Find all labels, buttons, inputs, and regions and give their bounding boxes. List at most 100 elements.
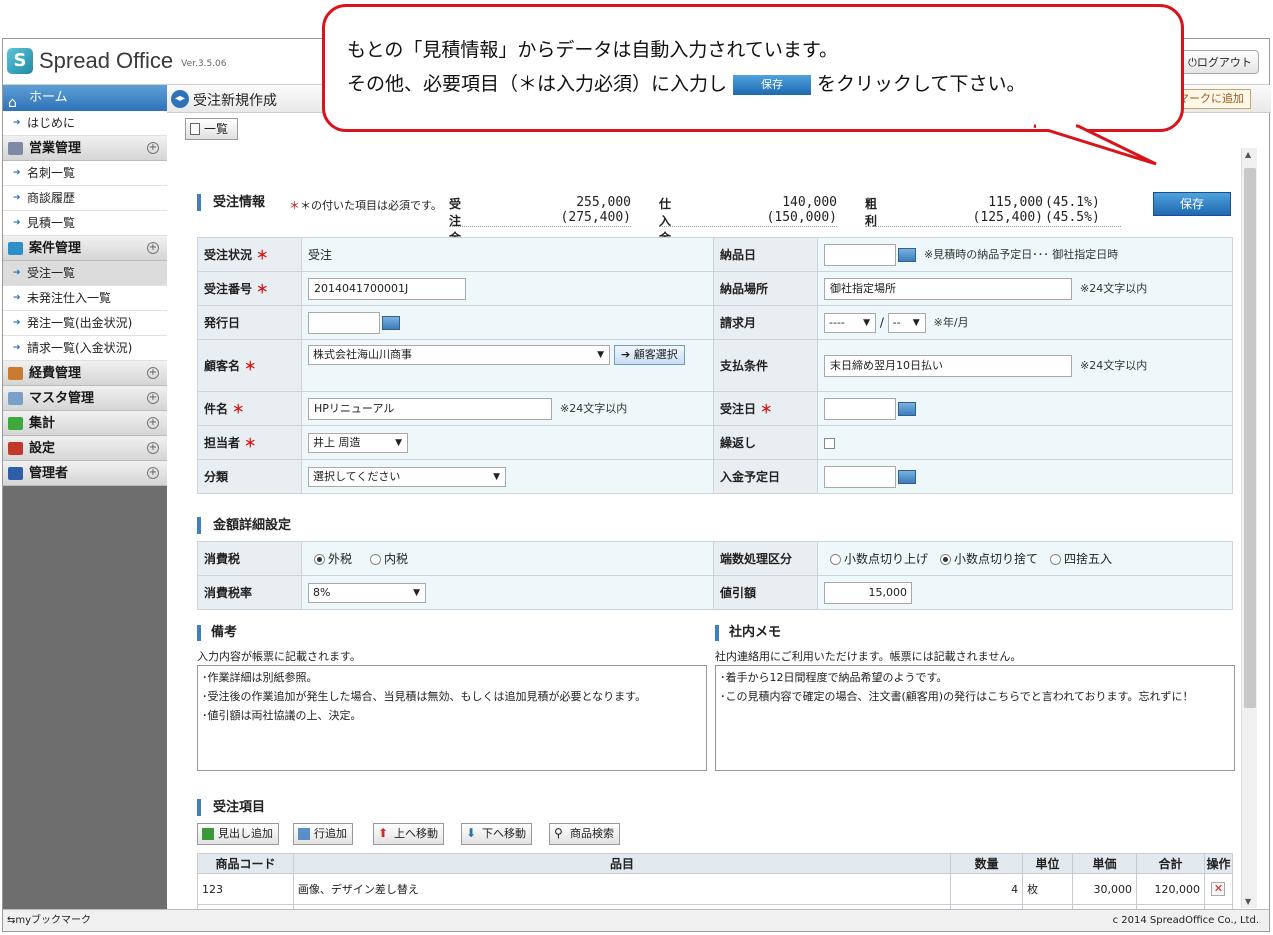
category-icon: [8, 442, 23, 455]
collapse-sidebar-icon[interactable]: ◂▸: [171, 90, 189, 108]
deposit-date-input[interactable]: [824, 465, 896, 488]
arrow-icon: ➔: [13, 293, 21, 303]
tax-exclusive-radio[interactable]: [314, 554, 325, 565]
sidebar-item[interactable]: ➔ はじめに: [3, 111, 167, 136]
sidebar-item[interactable]: ➔ 請求一覧(入金状況): [3, 336, 167, 361]
sidebar-category[interactable]: 案件管理 +: [3, 236, 167, 261]
expand-icon[interactable]: +: [147, 467, 159, 479]
add-heading-icon: [202, 828, 214, 840]
sidebar-category[interactable]: 集計 +: [3, 411, 167, 436]
arrow-icon: ➔: [13, 343, 21, 353]
arrow-icon: ➔: [13, 318, 21, 328]
scrollbar-thumb[interactable]: [1244, 168, 1256, 708]
tax-inclusive-radio[interactable]: [370, 554, 382, 565]
search-icon: ⚲: [554, 826, 563, 840]
sidebar-item[interactable]: ➔ 名刺一覧: [3, 161, 167, 186]
text-line: ･値引額は両社協議の上、決定。: [202, 709, 362, 722]
expand-icon[interactable]: +: [147, 242, 159, 254]
list-button[interactable]: 一覧: [185, 118, 238, 140]
round-half-radio[interactable]: [1050, 554, 1062, 565]
category-icon: [8, 417, 23, 430]
logo-text: Spread Office: [39, 48, 174, 73]
text-line: ･受注後の作業追加が発生した場合、当見積は無効、もしくは追加見積が必要となります…: [202, 690, 647, 703]
amount-form: 消費税 外税 内税 端数処理区分 小数点切り上げ 小数点切り捨て 四捨五入 消費税率 …: [197, 541, 1233, 610]
category-select[interactable]: 選択してください ▼: [308, 466, 506, 487]
sidebar-category[interactable]: 設定 +: [3, 436, 167, 461]
issue-date-input[interactable]: [308, 311, 380, 334]
product-search-button[interactable]: ⚲ 商品検索: [549, 823, 620, 845]
status-value: 受注: [301, 237, 714, 272]
round-up-radio[interactable]: [830, 554, 841, 565]
add-row-icon: [298, 828, 310, 840]
calendar-icon[interactable]: [898, 401, 916, 416]
sidebar-category[interactable]: マスタ管理 +: [3, 386, 167, 411]
memo-subtitle: 社内連絡用にご利用いただけます。帳票には記載されません。: [715, 650, 1022, 663]
table-row: 123 画像、デザイン差し替え 4 枚 30,000 120,000 ✕: [197, 873, 1234, 905]
text-line: ･この見積内容で確定の場合、注文書(顧客用)の発行はこちらでと言われております。…: [720, 690, 1194, 703]
sidebar-category[interactable]: 管理者 +: [3, 461, 167, 486]
scroll-up-icon[interactable]: ▲: [1245, 150, 1251, 159]
tax-rate-select[interactable]: 8% ▼: [308, 582, 426, 603]
power-icon: ⏻: [1188, 56, 1197, 69]
sidebar-item[interactable]: ➔ 発注一覧(出金状況): [3, 311, 167, 336]
sidebar-item[interactable]: ➔ 未発注仕入一覧: [3, 286, 167, 311]
billing-month-select[interactable]: -- ▼: [887, 312, 926, 333]
items-table: 商品コード 品目 数量 単位 単価 合計 操作 123 画像、デザイン差し替え 4 枚…: [197, 853, 1234, 911]
customer-select[interactable]: 株式会社海山川商事 ▼: [308, 345, 610, 365]
memo-title: 社内メモ: [715, 625, 781, 641]
expand-icon[interactable]: +: [147, 142, 159, 154]
order-number-input[interactable]: 2014041700001J: [308, 277, 466, 300]
round-down-radio[interactable]: [940, 554, 952, 565]
sidebar-category[interactable]: 経費管理 +: [3, 361, 167, 386]
expand-icon[interactable]: +: [147, 392, 159, 404]
calendar-icon[interactable]: [382, 315, 400, 330]
logout-button[interactable]: ⏻ログアウト: [1181, 50, 1259, 74]
cell-code: 123: [197, 873, 294, 905]
vertical-scrollbar[interactable]: ▲ ▼: [1241, 148, 1257, 908]
arrow-up-icon: ⬆: [378, 826, 389, 840]
memo-textarea[interactable]: ･着手から12日間程度で納品希望のようです。 ･この見積内容で確定の場合、注文書(…: [715, 665, 1235, 771]
sidebar-item[interactable]: ➔ 受注一覧: [3, 261, 167, 286]
order-date-input[interactable]: [824, 397, 896, 420]
category-icon: [8, 242, 23, 255]
calendar-icon[interactable]: [898, 247, 916, 262]
cell-unit: 枚: [1022, 873, 1074, 905]
delivery-date-input[interactable]: [824, 243, 896, 266]
person-select[interactable]: 井上 周造 ▼: [308, 432, 408, 453]
add-heading-button[interactable]: 見出し追加: [197, 823, 279, 845]
add-row-button[interactable]: 行追加: [293, 823, 353, 845]
sidebar-item[interactable]: ➔ 見積一覧: [3, 211, 167, 236]
delete-row-icon[interactable]: ✕: [1211, 882, 1226, 896]
subject-input[interactable]: HPリニューアル: [308, 397, 552, 420]
repeat-checkbox[interactable]: [824, 437, 835, 449]
scroll-down-icon[interactable]: ▼: [1245, 897, 1251, 906]
app-window: S Spread Office Ver.3.5.06 ⏻ログアウト ⌂ ホーム ➔…: [2, 38, 1271, 932]
sidebar-item[interactable]: ➔ 商談履歴: [3, 186, 167, 211]
payment-terms-input[interactable]: 末日締め翌月10日払い: [824, 354, 1072, 377]
instruction-callout: もとの「見積情報」からデータは自動入力されています。 その他、必要項目（＊は入力…: [322, 4, 1184, 132]
section-order-info: 受注情報: [197, 194, 265, 211]
delivery-place-input[interactable]: 御社指定場所: [824, 277, 1072, 300]
discount-input[interactable]: 15,000: [824, 581, 912, 604]
expand-icon[interactable]: +: [147, 417, 159, 429]
arrow-icon: ➔: [13, 193, 21, 203]
page-title: 受注新規作成: [193, 93, 277, 109]
sidebar-category[interactable]: 営業管理 +: [3, 136, 167, 161]
billing-year-select[interactable]: ---- ▼: [824, 312, 876, 333]
move-up-button[interactable]: ⬆ 上へ移動: [373, 823, 444, 845]
logo-icon: S: [7, 48, 33, 74]
sidebar-home[interactable]: ⌂ ホーム: [3, 85, 167, 111]
expand-icon[interactable]: +: [147, 442, 159, 454]
text-line: ･着手から12日間程度で納品希望のようです。: [720, 671, 948, 684]
calendar-icon[interactable]: [898, 469, 916, 484]
my-bookmark-link[interactable]: myブックマーク: [15, 915, 91, 926]
category-icon: [8, 142, 23, 155]
save-button[interactable]: 保存: [1153, 192, 1231, 216]
remarks-textarea[interactable]: ･作業詳細は別紙参照。 ･受注後の作業追加が発生した場合、当見積は無効、もしくは追…: [197, 665, 707, 771]
arrow-icon: ➔: [13, 218, 21, 228]
expand-icon[interactable]: +: [147, 367, 159, 379]
text-line: ･作業詳細は別紙参照。: [202, 671, 318, 684]
move-down-button[interactable]: ⬇ 下へ移動: [461, 823, 532, 845]
customer-select-button[interactable]: ➔ 顧客選択: [614, 345, 685, 365]
remarks-subtitle: 入力内容が帳票に記載されます。: [197, 650, 361, 663]
